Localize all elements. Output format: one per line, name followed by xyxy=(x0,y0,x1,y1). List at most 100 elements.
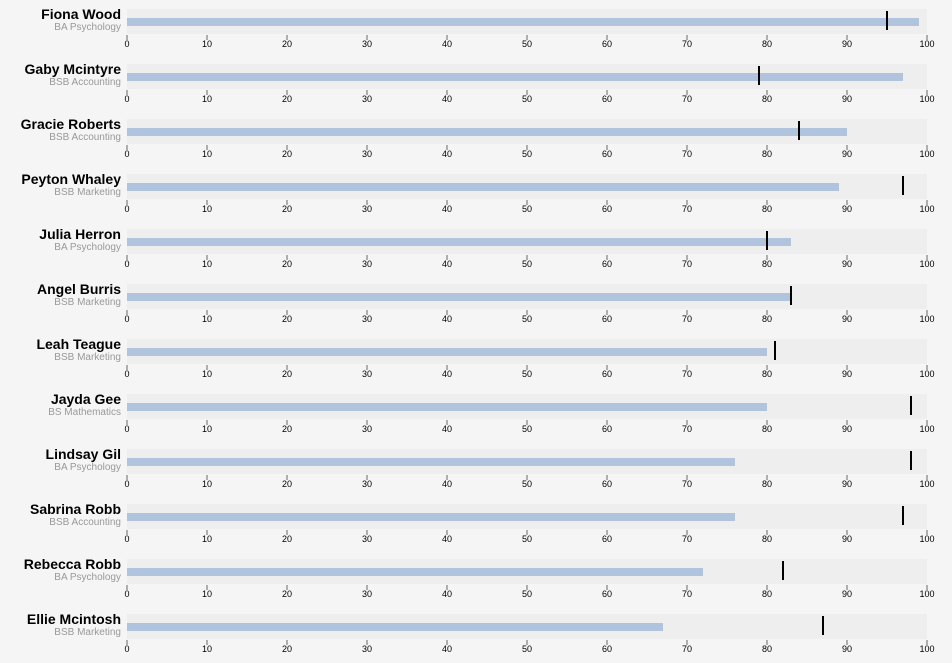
bullet-row: Gracie Roberts BSB Accounting 0 10 20 30 40 50 6… xyxy=(0,113,952,168)
tick-label: 60 xyxy=(602,314,612,324)
measure-bar xyxy=(127,623,663,631)
tick-label: 80 xyxy=(762,314,772,324)
tick-label: 10 xyxy=(202,534,212,544)
tick-label: 0 xyxy=(124,39,129,49)
tick-label: 70 xyxy=(682,369,692,379)
tick-label: 10 xyxy=(202,314,212,324)
tick-label: 10 xyxy=(202,204,212,214)
tick-label: 80 xyxy=(762,259,772,269)
tick-label: 20 xyxy=(282,39,292,49)
measure-bar xyxy=(127,403,767,411)
tick-label: 30 xyxy=(362,534,372,544)
tick-label: 90 xyxy=(842,39,852,49)
tick-label: 40 xyxy=(442,39,452,49)
bullet-row: Lindsay Gil BA Psychology 0 10 20 30 40 50 60 70 8… xyxy=(0,443,952,498)
tick-label: 90 xyxy=(842,589,852,599)
tick-label: 100 xyxy=(919,314,934,324)
measure-bar xyxy=(127,183,839,191)
bullet-svg: 0 10 20 30 40 50 60 70 80 90 100 xyxy=(124,284,935,324)
tick-label: 60 xyxy=(602,534,612,544)
tick-label: 50 xyxy=(522,204,532,214)
tick-label: 70 xyxy=(682,259,692,269)
tick-label: 40 xyxy=(442,94,452,104)
tick-label: 80 xyxy=(762,589,772,599)
measure-bar xyxy=(127,568,703,576)
bullet-svg: 0 10 20 30 40 50 60 70 80 90 100 xyxy=(124,9,935,49)
tick-label: 0 xyxy=(124,589,129,599)
tick-label: 80 xyxy=(762,534,772,544)
tick-label: 90 xyxy=(842,644,852,654)
tick-label: 0 xyxy=(124,369,129,379)
tick-label: 80 xyxy=(762,204,772,214)
tick-label: 50 xyxy=(522,314,532,324)
tick-label: 100 xyxy=(919,259,934,269)
tick-label: 70 xyxy=(682,534,692,544)
tick-label: 20 xyxy=(282,479,292,489)
measure-bar xyxy=(127,293,791,301)
bullet-row: Sabrina Robb BSB Accounting 0 10 20 30 40 50 60 7… xyxy=(0,498,952,553)
tick-label: 40 xyxy=(442,314,452,324)
bullet-svg: 0 10 20 30 40 50 60 70 80 90 100 xyxy=(124,64,935,104)
tick-label: 10 xyxy=(202,589,212,599)
tick-label: 20 xyxy=(282,204,292,214)
tick-label: 80 xyxy=(762,424,772,434)
tick-label: 40 xyxy=(442,589,452,599)
tick-label: 60 xyxy=(602,644,612,654)
tick-label: 100 xyxy=(919,534,934,544)
tick-label: 50 xyxy=(522,644,532,654)
bullet-chart: Fiona Wood BA Psychology 0 10 20 30 40 50 60 70 80… xyxy=(0,0,952,655)
tick-label: 70 xyxy=(682,39,692,49)
measure-bar xyxy=(127,348,767,356)
tick-label: 50 xyxy=(522,259,532,269)
tick-label: 50 xyxy=(522,589,532,599)
tick-label: 0 xyxy=(124,149,129,159)
tick-label: 80 xyxy=(762,644,772,654)
tick-label: 60 xyxy=(602,259,612,269)
tick-label: 0 xyxy=(124,644,129,654)
tick-label: 50 xyxy=(522,149,532,159)
tick-label: 90 xyxy=(842,149,852,159)
tick-label: 40 xyxy=(442,644,452,654)
tick-label: 60 xyxy=(602,479,612,489)
measure-bar xyxy=(127,458,735,466)
tick-label: 40 xyxy=(442,369,452,379)
tick-label: 70 xyxy=(682,479,692,489)
tick-label: 10 xyxy=(202,369,212,379)
tick-label: 60 xyxy=(602,204,612,214)
tick-label: 20 xyxy=(282,94,292,104)
tick-label: 90 xyxy=(842,314,852,324)
tick-label: 60 xyxy=(602,589,612,599)
tick-label: 60 xyxy=(602,369,612,379)
tick-label: 30 xyxy=(362,424,372,434)
tick-label: 90 xyxy=(842,479,852,489)
tick-label: 30 xyxy=(362,369,372,379)
bullet-svg: 0 10 20 30 40 50 60 70 80 90 100 xyxy=(124,339,935,379)
tick-label: 30 xyxy=(362,644,372,654)
tick-label: 100 xyxy=(919,369,934,379)
tick-label: 100 xyxy=(919,39,934,49)
tick-label: 10 xyxy=(202,259,212,269)
bullet-svg: 0 10 20 30 40 50 60 70 80 90 100 xyxy=(124,559,935,599)
tick-label: 90 xyxy=(842,424,852,434)
measure-bar xyxy=(127,513,735,521)
bullet-row: Gaby Mcintyre BSB Accounting 0 10 20 30 40 50 60… xyxy=(0,58,952,113)
tick-label: 40 xyxy=(442,534,452,544)
tick-label: 30 xyxy=(362,204,372,214)
tick-label: 10 xyxy=(202,644,212,654)
tick-label: 80 xyxy=(762,39,772,49)
measure-bar xyxy=(127,238,791,246)
tick-label: 50 xyxy=(522,424,532,434)
tick-label: 80 xyxy=(762,369,772,379)
tick-label: 0 xyxy=(124,534,129,544)
tick-label: 0 xyxy=(124,204,129,214)
tick-label: 40 xyxy=(442,424,452,434)
bullet-row: Angel Burris BSB Marketing 0 10 20 30 40 50 60 70… xyxy=(0,278,952,333)
tick-label: 100 xyxy=(919,644,934,654)
tick-label: 10 xyxy=(202,479,212,489)
bullet-svg: 0 10 20 30 40 50 60 70 80 90 100 xyxy=(124,119,935,159)
tick-label: 80 xyxy=(762,149,772,159)
tick-label: 30 xyxy=(362,39,372,49)
tick-label: 0 xyxy=(124,424,129,434)
tick-label: 50 xyxy=(522,534,532,544)
tick-label: 30 xyxy=(362,149,372,159)
